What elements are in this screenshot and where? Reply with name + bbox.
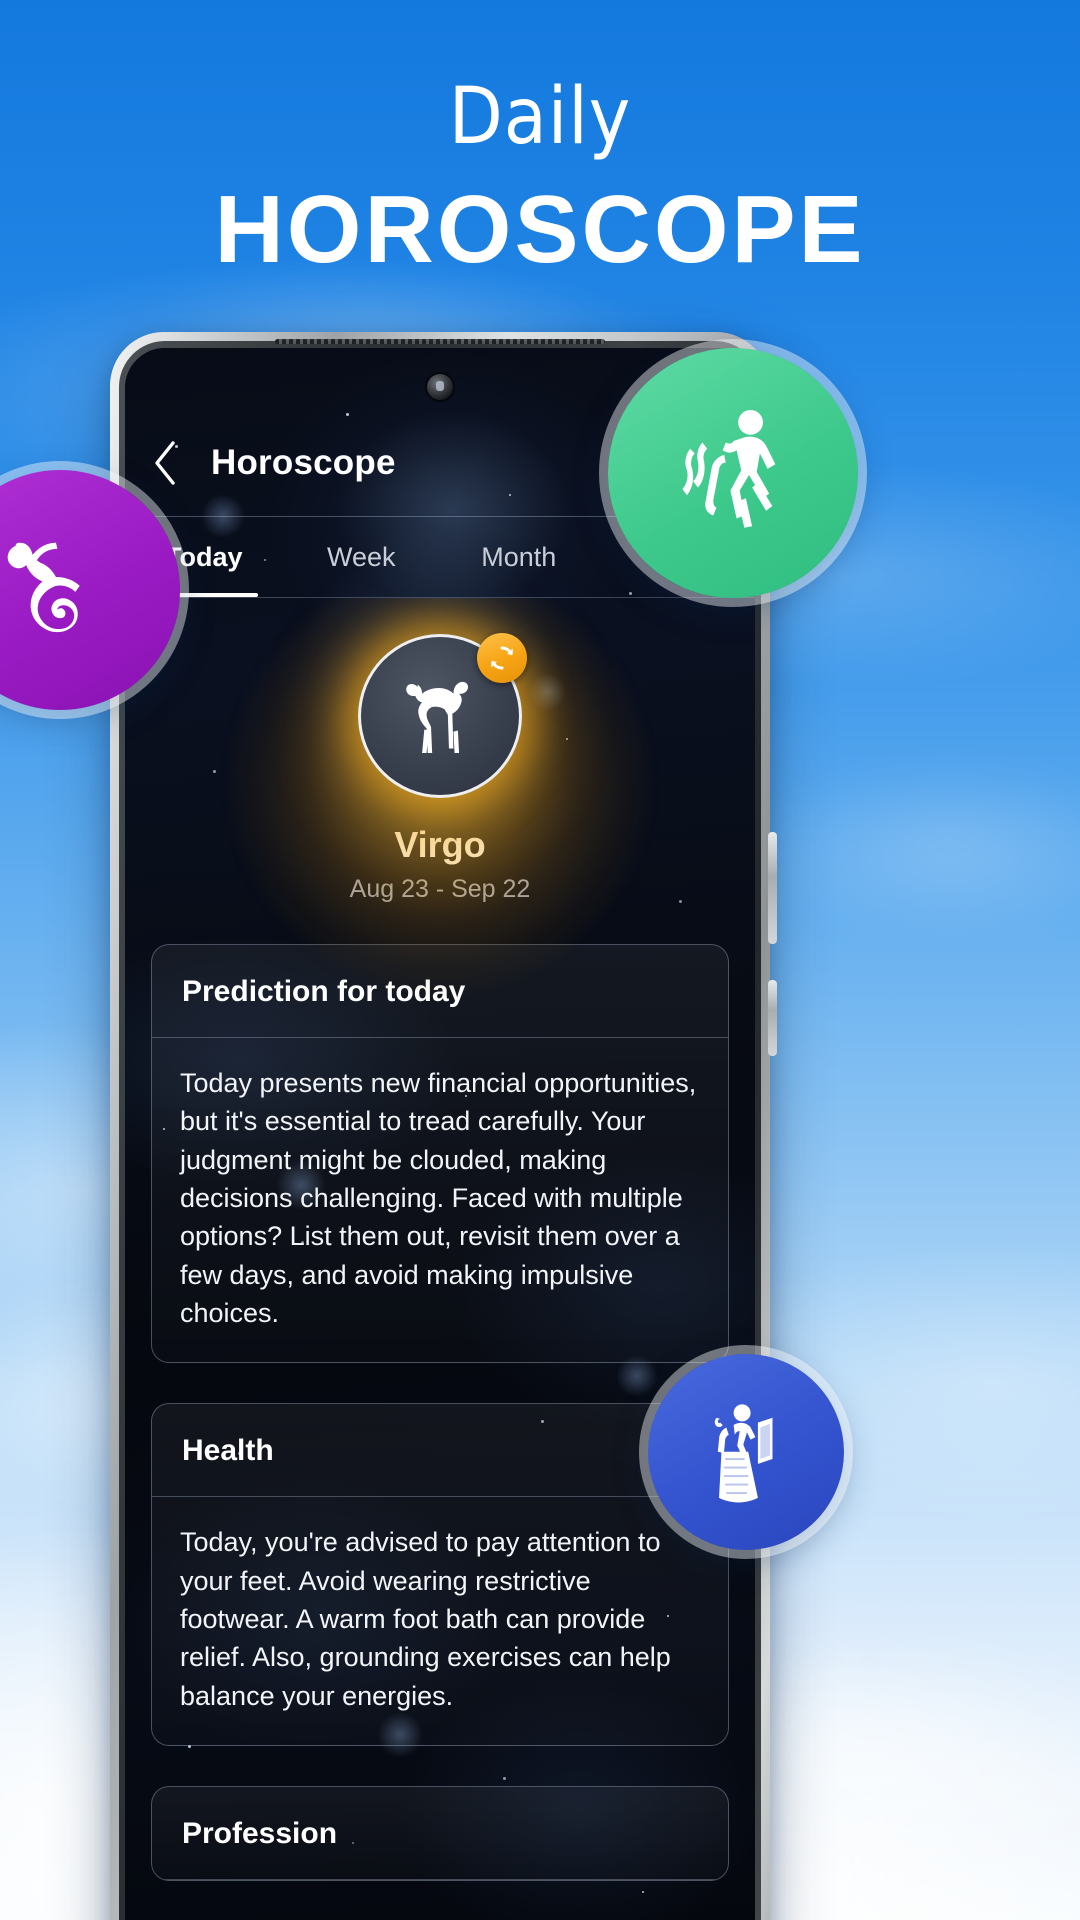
capricorn-goat-icon [7, 542, 80, 632]
tab-week[interactable]: Week [283, 517, 441, 597]
zodiac-header: Virgo Aug 23 - Sep 22 [125, 598, 755, 992]
page-title: Horoscope [211, 443, 396, 482]
poster-headline: Daily HOROSCOPE [0, 78, 1080, 278]
bubble-capricorn[interactable] [0, 461, 189, 719]
tab-month[interactable]: Month [440, 517, 598, 597]
bubble-virgo[interactable] [639, 1345, 853, 1559]
headline-daily: Daily [448, 72, 632, 162]
virgo-maiden-icon [715, 1404, 773, 1503]
card-title: Profession [152, 1787, 728, 1880]
camera-glint [436, 381, 444, 391]
content-scroll-area[interactable]: Virgo Aug 23 - Sep 22 Prediction for tod… [125, 598, 755, 1920]
aries-ram-icon [406, 681, 468, 753]
aquarius-waterbearer-icon [681, 409, 775, 528]
volume-button[interactable] [768, 832, 777, 944]
bubble-aquarius[interactable] [599, 339, 867, 607]
headline-horoscope: HOROSCOPE [214, 176, 866, 283]
back-chevron-icon[interactable] [151, 440, 181, 486]
zodiac-avatar[interactable] [358, 633, 527, 798]
card-prediction: Prediction for today Today presents new … [151, 944, 729, 1364]
card-body: Today, you're advised to pay attention t… [180, 1527, 671, 1711]
cloud-wisp [740, 760, 1080, 940]
power-button[interactable] [768, 980, 777, 1056]
refresh-icon [491, 646, 513, 670]
card-profession: Profession [151, 1785, 729, 1881]
card-body: Today presents new financial opportuniti… [180, 1068, 697, 1328]
earpiece-grille [275, 339, 605, 344]
refresh-button[interactable] [477, 633, 527, 683]
